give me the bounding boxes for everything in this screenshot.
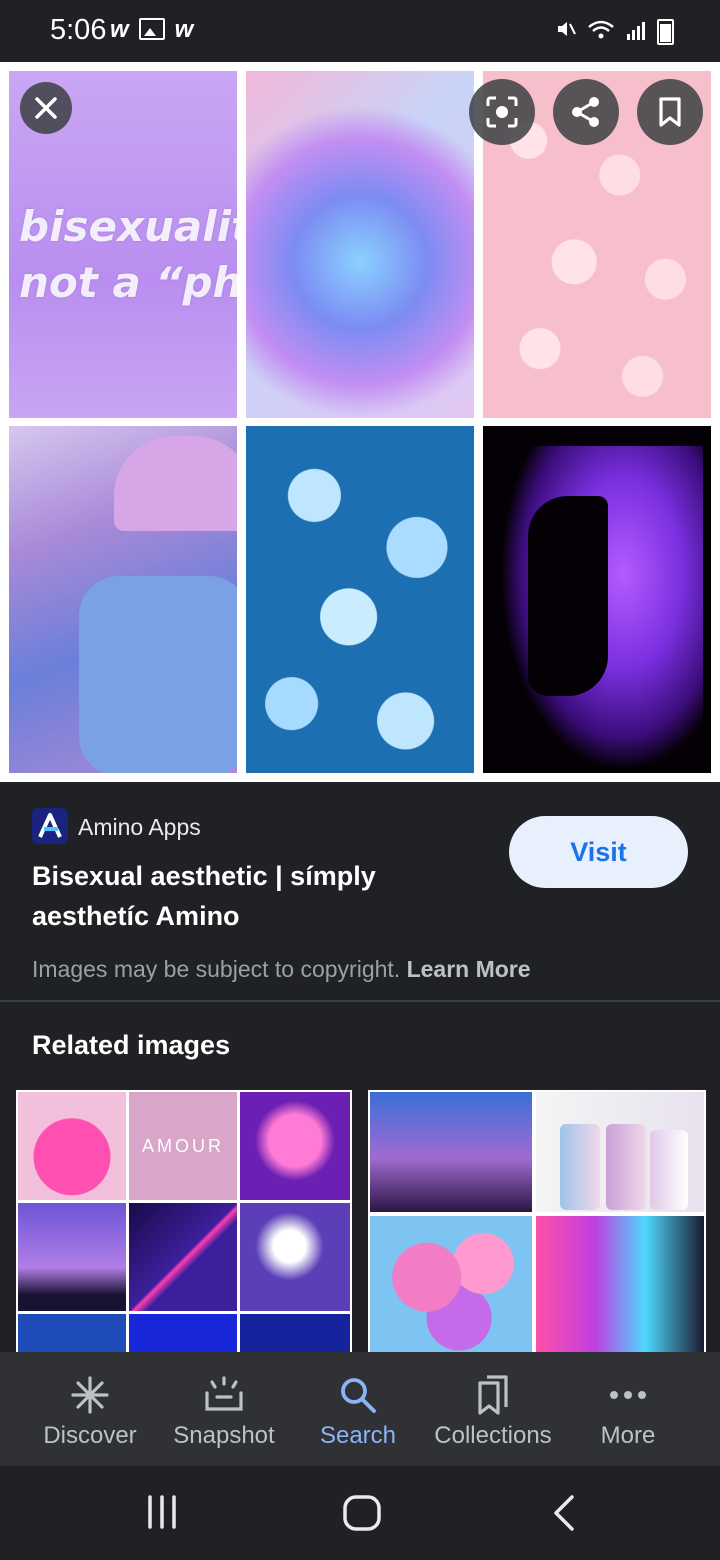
system-navigation-bar: [0, 1466, 720, 1560]
result-title[interactable]: Bisexual aesthetic | símply aesthetíc Am…: [32, 856, 462, 936]
collage-cell: [129, 1314, 237, 1352]
section-divider: [0, 1000, 720, 1002]
snapshot-icon: [203, 1370, 245, 1420]
source-info: Amino Apps Bisexual aesthetic | símply a…: [0, 782, 720, 1000]
collage-cell: [129, 1203, 237, 1311]
related-image-1[interactable]: AMOUR: [16, 1090, 352, 1352]
amino-logo-icon: [32, 808, 68, 844]
collections-icon: [475, 1370, 511, 1420]
search-icon: [338, 1370, 378, 1420]
collage-cell: [536, 1216, 704, 1352]
collage-cell: [240, 1314, 350, 1352]
back-icon: [554, 1495, 574, 1531]
copyright-text: Images may be subject to copyright.: [32, 956, 401, 982]
close-button[interactable]: [20, 82, 72, 134]
status-bar: 5:06 w w: [0, 0, 720, 62]
nav-label-snapshot: Snapshot: [173, 1422, 275, 1449]
w-app-icon: w: [174, 16, 194, 43]
learn-more-link[interactable]: Learn More: [407, 956, 531, 982]
main-image[interactable]: bisexualitynot a “pha: [0, 62, 720, 782]
image-tile-galaxy-silhouette: [483, 426, 711, 773]
nav-item-discover[interactable]: Discover: [30, 1352, 150, 1466]
collage-cell: [240, 1092, 350, 1200]
related-images-heading: Related images: [32, 1030, 231, 1060]
nav-label-discover: Discover: [43, 1422, 137, 1449]
share-icon: [572, 97, 599, 127]
copyright-notice: Images may be subject to copyright. Lear…: [32, 956, 531, 983]
amour-text: AMOUR: [142, 1135, 224, 1156]
image-tile-girl-cap: [9, 426, 237, 773]
collage-cell: [18, 1314, 126, 1352]
image-tile-glitter-heart: [246, 71, 474, 418]
status-time: 5:06: [50, 14, 107, 46]
recent-apps-button[interactable]: [144, 1494, 180, 1530]
tile-quote-text: bisexualitynot a “pha: [19, 202, 237, 307]
share-button[interactable]: [553, 79, 619, 145]
close-icon: [35, 97, 57, 119]
nav-label-collections: Collections: [434, 1422, 552, 1449]
collage-cell: [370, 1092, 532, 1212]
collage-cell: [536, 1092, 704, 1212]
visit-button[interactable]: Visit: [509, 816, 688, 888]
image-tile-blue-crystals: [246, 426, 474, 773]
back-button[interactable]: [550, 1494, 578, 1532]
nav-item-collections[interactable]: Collections: [422, 1352, 564, 1466]
nav-label-more: More: [600, 1422, 656, 1449]
signal-icon: [625, 19, 647, 46]
nav-item-snapshot[interactable]: Snapshot: [164, 1352, 284, 1466]
collage-cell: [18, 1092, 126, 1200]
collage-cell: [240, 1203, 350, 1311]
nav-item-more[interactable]: More: [572, 1352, 684, 1466]
home-icon: [343, 1495, 381, 1531]
recent-apps-icon: [148, 1495, 176, 1529]
more-dots-icon: [608, 1370, 648, 1420]
wifi-icon: [587, 19, 615, 46]
bottom-navigation: Discover Snapshot Search Collections Mor…: [0, 1352, 720, 1466]
notification-icons: w w: [110, 16, 193, 44]
cap-shape: [114, 436, 237, 531]
nav-item-search[interactable]: Search: [298, 1352, 418, 1466]
gallery-icon: [138, 18, 165, 40]
collage-cell: [18, 1203, 126, 1311]
bookmark-icon: [659, 97, 681, 127]
w-app-icon: w: [110, 16, 129, 43]
nav-label-search: Search: [319, 1422, 397, 1449]
lens-button[interactable]: [469, 79, 535, 145]
mute-icon: [555, 18, 577, 46]
save-button[interactable]: [637, 79, 703, 145]
collage-cell-amour: AMOUR: [129, 1092, 237, 1200]
lens-icon: [486, 96, 518, 128]
collage-cell: [370, 1216, 532, 1352]
related-image-2[interactable]: [368, 1090, 706, 1352]
home-button[interactable]: [342, 1494, 382, 1532]
related-images-grid: AMOUR: [16, 1090, 706, 1352]
battery-icon: [657, 19, 674, 45]
silhouette-face-shape: [528, 496, 608, 696]
source-site-name[interactable]: Amino Apps: [78, 814, 201, 841]
asterisk-icon: [70, 1370, 110, 1420]
system-status-icons: [555, 18, 674, 46]
hoodie-shape: [79, 576, 237, 773]
